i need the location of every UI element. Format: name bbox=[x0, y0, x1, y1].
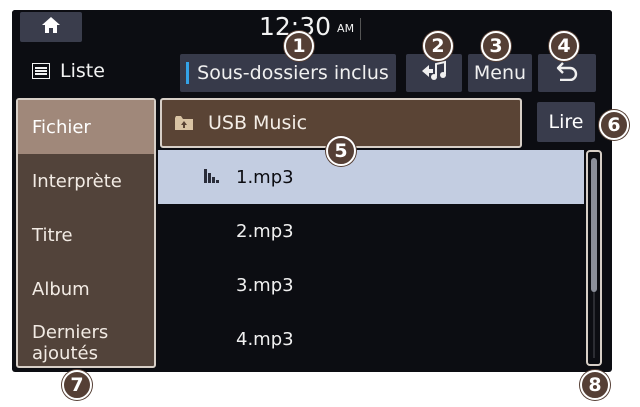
file-name: 1.mp3 bbox=[236, 166, 294, 188]
sidebar-item-label: Fichier bbox=[32, 116, 91, 138]
home-button[interactable] bbox=[20, 12, 82, 42]
file-name: 4.mp3 bbox=[236, 328, 294, 350]
file-name: 2.mp3 bbox=[236, 220, 294, 242]
infotainment-screen: 12:30 AM Liste Sous-dossiers inclus Menu… bbox=[12, 10, 612, 372]
toolbar: Liste Sous-dossiers inclus Menu bbox=[12, 50, 612, 92]
list-icon bbox=[32, 63, 50, 79]
file-list: 1.mp3 2.mp3 3.mp3 4.mp3 bbox=[158, 150, 584, 370]
callout-5: 5 bbox=[326, 136, 356, 166]
category-sidebar: Fichier Interprète Titre Album Derniers … bbox=[16, 98, 156, 368]
back-arrow-icon bbox=[555, 61, 579, 86]
sidebar-item-label: Derniers ajoutés bbox=[32, 322, 109, 364]
callout-6: 6 bbox=[599, 110, 629, 140]
play-button[interactable]: Lire bbox=[537, 102, 595, 142]
sidebar-item-fichier[interactable]: Fichier bbox=[18, 100, 154, 154]
scrollbar-thumb[interactable] bbox=[591, 158, 597, 292]
sidebar-item-interprete[interactable]: Interprète bbox=[18, 154, 154, 208]
callout-8: 8 bbox=[580, 370, 610, 400]
sidebar-item-label: Interprète bbox=[32, 170, 122, 192]
include-subfolders-button[interactable]: Sous-dossiers inclus bbox=[180, 54, 396, 92]
home-icon bbox=[41, 16, 61, 38]
list-item[interactable]: 3.mp3 bbox=[158, 258, 584, 312]
clock-ampm: AM bbox=[337, 22, 355, 35]
status-divider bbox=[360, 18, 361, 40]
file-name: 3.mp3 bbox=[236, 274, 294, 296]
sidebar-item-label: Album bbox=[32, 278, 90, 300]
callout-7: 7 bbox=[62, 370, 92, 400]
music-return-icon bbox=[420, 60, 448, 87]
include-subfolders-label: Sous-dossiers inclus bbox=[197, 62, 389, 84]
list-scrollbar[interactable] bbox=[586, 150, 602, 366]
callout-3: 3 bbox=[481, 31, 511, 61]
list-title-label: Liste bbox=[60, 60, 105, 82]
folder-name: USB Music bbox=[208, 112, 308, 134]
sidebar-item-derniers-ajoutes[interactable]: Derniers ajoutés bbox=[18, 316, 154, 366]
sidebar-item-label: Titre bbox=[32, 224, 73, 246]
sidebar-item-titre[interactable]: Titre bbox=[18, 208, 154, 262]
play-label: Lire bbox=[548, 111, 584, 133]
menu-label: Menu bbox=[473, 62, 527, 84]
list-item[interactable]: 2.mp3 bbox=[158, 204, 584, 258]
callout-4: 4 bbox=[549, 31, 579, 61]
folder-up-icon bbox=[174, 115, 194, 131]
list-item[interactable]: 4.mp3 bbox=[158, 312, 584, 366]
list-item[interactable]: 1.mp3 bbox=[158, 150, 584, 204]
now-playing-bars-icon bbox=[204, 169, 220, 183]
callout-1: 1 bbox=[284, 31, 314, 61]
sidebar-item-album[interactable]: Album bbox=[18, 262, 154, 316]
list-title: Liste bbox=[32, 60, 105, 82]
callout-2: 2 bbox=[423, 31, 453, 61]
